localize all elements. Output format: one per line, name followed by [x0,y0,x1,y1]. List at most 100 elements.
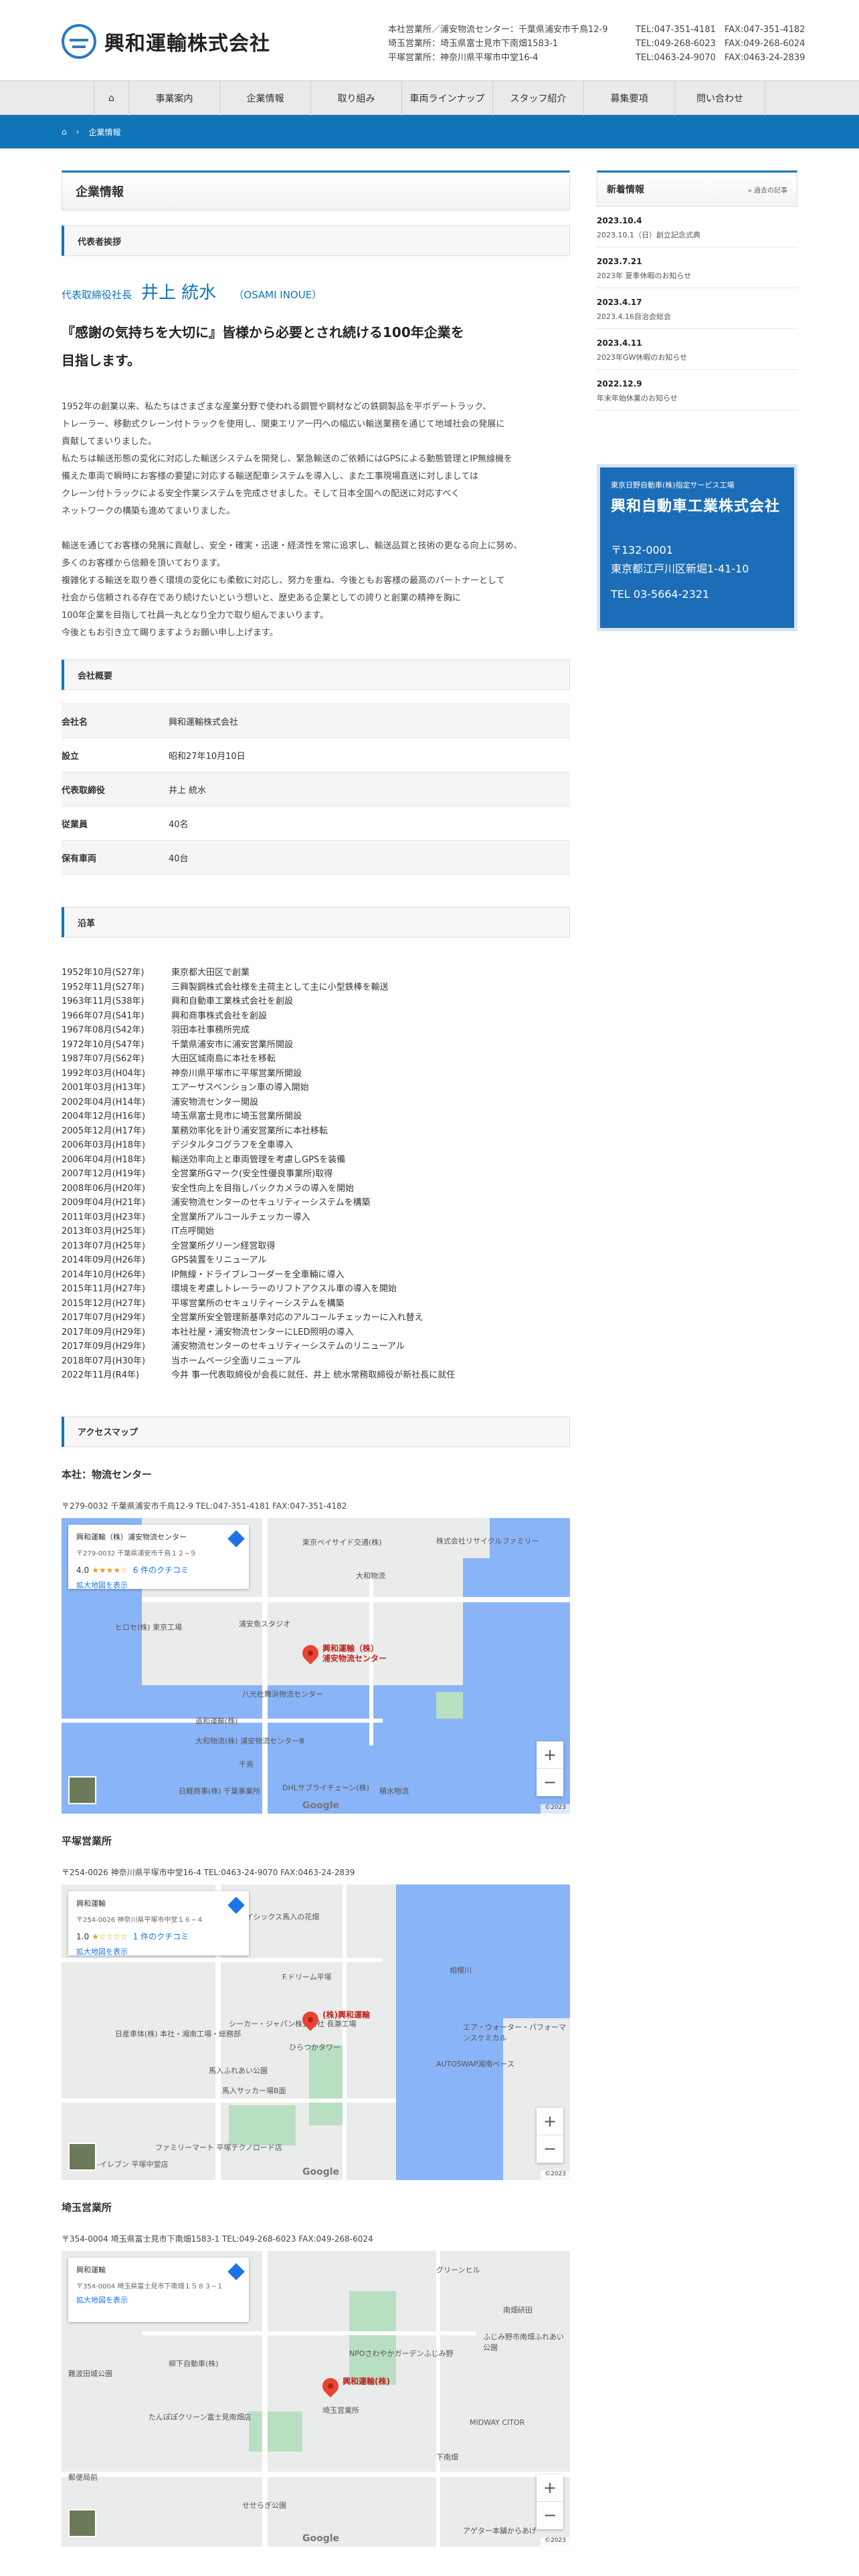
map-attribution: ©2023 [541,2170,570,2180]
satellite-toggle-button[interactable] [68,2142,96,2171]
news-text: 年末年始休業のお知らせ [597,394,678,403]
history-date: 2017年09月(H29年) [62,1327,146,1337]
company-name: 興和運輸株式会社 [104,32,270,56]
zoom-out-button[interactable]: − [537,2135,563,2163]
row-label: 従業員 [62,819,88,830]
history-date: 1966年07月(S41年) [62,1010,145,1021]
map-place-label: ひらつかタワー [289,2042,341,2052]
history-event: 三興製鋼株式会社様を主荷主として主に小型鉄棒を輸送 [171,982,389,992]
history-event: 興和商事株式会社を創設 [171,1010,268,1021]
map-place-label: 埼玉営業所 [322,2405,359,2415]
history-event: 浦安物流センターのセキュリティーシステムのリニューアル [171,1341,405,1352]
row-label: 会社名 [62,717,88,728]
banner-street: 東京都江戸川区新堀1-41-10 [611,562,749,575]
row-value: 40名 [169,819,189,830]
view-larger-map-link[interactable]: 拡大地図を表示 [76,2294,241,2305]
office-tel: TEL:049-268-6023 FAX:049-268-6024 [636,39,805,49]
map-pin-icon[interactable] [319,2374,342,2397]
nav-company[interactable]: 企業情報 [219,81,310,116]
nav-contact[interactable]: 問い合わせ [674,81,765,116]
office-map-title: 平塚営業所 [62,1834,112,1847]
map-pin-label: 興和運輸（株） 浦安物流センター [322,1643,387,1663]
google-map[interactable]: 東京ベイサイド交通(株) 株式会社リサイクルファミリー 大和物流 ヒロセ(株) 東京工… [62,1517,570,1814]
map-park [249,2411,302,2452]
text-line: 100年企業を目指して社員一丸となり全力で取り組んでまいります。 [62,611,329,621]
news-title: 新着情報 [607,185,644,195]
map-attribution: ©2023 [541,2537,570,2547]
table-row: 設立 昭和27年10月10日 [62,738,570,772]
news-list: 2023.10.4 2023.10.1（日）創立記念式典 2023.7.21 2023… [597,207,797,411]
history-date: 2008年06月(H20年) [62,1183,146,1194]
review-count[interactable]: 1 件のクチコミ [130,1932,189,1941]
text-line: 輸送を通じてお客様の発展に貢献し、安全・確実・迅速・経済性を常に追求し、輸送品質… [62,541,522,551]
zoom-in-button[interactable]: + [537,2108,563,2135]
paragraph-2: 輸送を通じてお客様の発展に貢献し、安全・確実・迅速・経済性を常に追求し、輸送品質… [62,538,570,642]
history-date: 2007年12月(H19年) [62,1169,146,1179]
banner-zip: 〒132-0001 [611,544,674,556]
office-tel: TEL:0463-24-9070 FAX:0463-24-2839 [636,53,805,63]
home-icon[interactable]: ⌂ [62,127,67,136]
satellite-toggle-button[interactable] [68,1776,96,1804]
satellite-toggle-button[interactable] [68,2508,96,2537]
nav-business[interactable]: 事業案内 [128,81,219,116]
history-date: 2006年04月(H18年) [62,1154,146,1165]
history-event: 埼玉県富士見市に埼玉営業所開設 [171,1111,302,1121]
access-maps: 本社：物流センター 〒279-0032 千葉県浦安市千鳥12-9 TEL:047-… [62,1467,570,2547]
news-archive-link[interactable]: » 過去の記事 [748,185,787,195]
nav-home[interactable]: ⌂ [94,81,128,116]
zoom-in-button[interactable]: + [537,2474,563,2502]
rating-value: 4.0 [76,1565,90,1575]
map-place-label: 千鳥 [239,1759,254,1769]
nav-recruit[interactable]: 募集要項 [583,81,674,116]
zoom-control: + − [537,1741,563,1796]
table-row: 会社名 興和運輸株式会社 [62,704,570,738]
google-logo: Google [302,2533,340,2544]
partner-banner[interactable]: 東京日野自動車(株)指定サービス工場 興和自動車工業株式会社 〒132-0001… [597,464,797,631]
history-event: 羽田本社事務所完成 [171,1025,250,1035]
google-map[interactable]: グリーンヒル 南畑研田 ふじみ野市南畑ふれあい公園 NPOさわやかガーデンふじみ野 柳下… [62,2250,570,2547]
map-place-label: F.ドリーム平塚 [282,1972,332,1981]
history-row: 2018年07月(H30年) 当ホームページ全面リニューアル [62,1354,570,1369]
history-row: 1966年07月(S41年) 興和商事株式会社を創設 [62,1009,570,1024]
news-item[interactable]: 2023.4.17 2023.4.16自治会総会 [597,288,797,329]
banner-company: 興和自動車工業株式会社 [611,498,781,515]
section-heading-history: 沿革 [62,907,570,938]
news-item[interactable]: 2023.7.21 2023年 夏季休暇のお知らせ [597,247,797,288]
view-larger-map-link[interactable]: 拡大地図を表示 [76,1580,241,1590]
google-map[interactable]: 長瀞 イシックス馬入の花畑 F.ドリーム平塚 シーカー・ジャパン株式会社 長瀞工場日… [62,1884,570,2180]
history-row: 2007年12月(H19年) 全営業所Gマーク(安全性優良事業所)取得 [62,1167,570,1182]
history-event: 今井 事一代表取締役が会長に就任、井上 統水常務取締役が新社長に就任 [171,1370,456,1380]
nav-vehicles[interactable]: 車両ラインナップ [401,81,492,116]
office-contacts: 本社営業所／浦安物流センター：千葉県浦安市千鳥12-9 TEL:047-351-4… [388,23,805,65]
news-item[interactable]: 2023.4.11 2023年GW休暇のお知らせ [597,329,797,370]
news-item[interactable]: 2023.10.4 2023.10.1（日）創立記念式典 [597,207,797,247]
history-date: 2017年07月(H29年) [62,1313,146,1323]
text-line: ネットワークの構築も進めてまいりました。 [62,506,235,516]
map-place-label: 南畑研田 [503,2305,533,2315]
history-date: 1952年10月(S27年) [62,968,145,978]
map-place-label: アゲター本舗からあげ [463,2526,537,2535]
site-logo[interactable]: 興和運輸株式会社 [62,24,270,59]
map-pin-label: (株)興和運輸 [322,2010,370,2020]
review-count[interactable]: 6 件のクチコミ [130,1566,189,1575]
nav-initiatives[interactable]: 取り組み [310,81,401,116]
history-row: 2015年12月(H27年) 平塚営業所のセキュリティーシステムを構築 [62,1297,570,1311]
lead-message: 『感謝の気持ちを大切に』皆様から必要とされ続ける100年企業を 目指します。 [62,318,570,374]
zoom-out-button[interactable]: − [537,2502,563,2529]
zoom-out-button[interactable]: − [537,1769,563,1796]
map-place-label: 馬入ふれあい公園 [209,2066,268,2075]
history-event: 興和自動車工業株式会社を創設 [171,996,294,1006]
map-pin-icon[interactable] [299,1641,322,1665]
nav-staff[interactable]: スタッフ紹介 [492,81,583,116]
site-header: 興和運輸株式会社 本社営業所／浦安物流センター：千葉県浦安市千鳥12-9 TEL:… [0,0,859,80]
office-map-title: 埼玉営業所 [62,2201,112,2214]
map-park [229,2105,296,2145]
place-rating: 4.0 ★★★★☆ 6 件のクチコミ [76,1564,241,1576]
history-row: 2006年03月(H18年) デジタルタコグラフを全車導入 [62,1138,570,1153]
view-larger-map-link[interactable]: 拡大地図を表示 [76,1946,241,1957]
row-value: 40台 [169,853,189,864]
news-item[interactable]: 2022.12.9 年末年始休業のお知らせ [597,370,797,411]
history-row: 1992年03月(H04年) 神奈川県平塚市に平塚営業所開設 [62,1067,570,1081]
zoom-in-button[interactable]: + [537,1741,563,1769]
history-row: 2014年10月(H26年) IP無線・ドライブレコーダーを全車輛に導入 [62,1268,570,1283]
